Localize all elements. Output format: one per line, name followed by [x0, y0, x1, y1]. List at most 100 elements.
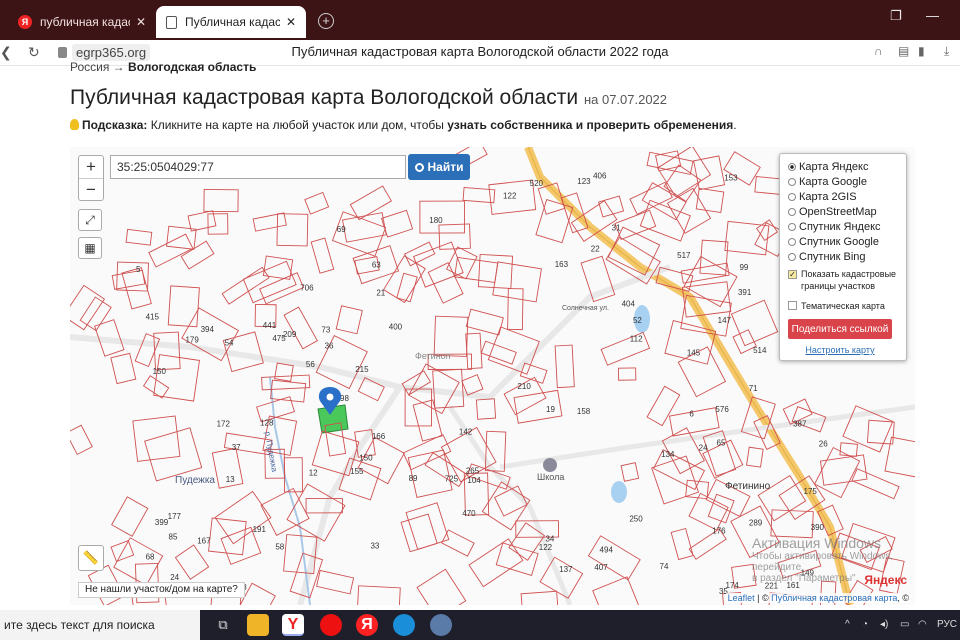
parcel-outline[interactable] — [113, 537, 164, 586]
parcel-outline[interactable] — [465, 308, 504, 336]
parcel-outline[interactable] — [688, 492, 729, 531]
parcel-outline[interactable] — [110, 352, 137, 385]
parcel-outline[interactable] — [492, 261, 542, 303]
parcel-outline[interactable] — [356, 585, 401, 605]
parcel-outline[interactable] — [70, 284, 106, 331]
print-icon[interactable]: ▦ — [78, 237, 102, 259]
reader-icon[interactable]: ▤ — [898, 44, 909, 58]
parcel-outline[interactable] — [153, 331, 181, 371]
radio[interactable] — [788, 252, 796, 261]
share-link-button[interactable]: Поделиться ссылкой — [788, 319, 892, 339]
minimize-icon[interactable]: — — [926, 8, 939, 23]
pkk-link[interactable]: Публичная кадастровая карта — [771, 593, 897, 603]
radio[interactable] — [788, 177, 796, 186]
leaflet-link[interactable]: Leaflet — [728, 593, 755, 603]
parcel-outline[interactable] — [614, 209, 657, 241]
opera-icon[interactable] — [320, 614, 342, 636]
bookmark-panel-icon[interactable]: ❐ — [890, 8, 902, 24]
taskbar-search[interactable]: ите здесь текст для поиска — [0, 610, 200, 640]
wifi-icon[interactable]: ◠ — [918, 619, 927, 630]
parcel-outline[interactable] — [475, 398, 497, 420]
battery-icon[interactable]: ▭ — [900, 619, 909, 630]
cadastral-map[interactable]: 142 475 576 161 69 725 98 155 145 514 520 174 215 250… — [70, 147, 915, 605]
parcel-outline[interactable] — [746, 446, 764, 468]
parcel-outline[interactable] — [153, 354, 200, 402]
radio[interactable] — [788, 222, 796, 231]
parcel-outline[interactable] — [242, 260, 297, 304]
volume-icon[interactable]: ◂) — [880, 619, 888, 630]
parcel-outline[interactable] — [620, 462, 640, 482]
zoom-in-button[interactable]: + — [79, 156, 103, 178]
checkbox-checked[interactable]: ✓ — [788, 270, 797, 279]
parcel-outline[interactable] — [592, 576, 643, 605]
fullscreen-icon[interactable]: ⤢ — [78, 209, 102, 231]
layer-option-2gis[interactable]: Карта 2GIS — [788, 189, 906, 204]
parcel-outline[interactable] — [412, 399, 443, 442]
layer-option-yandex-map[interactable]: Карта Яндекс — [788, 159, 906, 174]
thematic-checkbox[interactable]: Тематическая карта — [788, 298, 906, 313]
layer-option-yandex-sat[interactable]: Спутник Яндекс — [788, 219, 906, 234]
cadastral-search-input[interactable] — [110, 155, 406, 179]
parcel-outline[interactable] — [125, 228, 153, 246]
parcel-outline[interactable] — [276, 213, 309, 247]
parcel-outline[interactable] — [495, 542, 539, 576]
parcel-outline[interactable] — [724, 220, 770, 256]
parcel-outline[interactable] — [382, 255, 426, 304]
parcel-outline[interactable] — [770, 509, 814, 539]
parcel-outline[interactable] — [851, 468, 900, 500]
parcel-outline[interactable] — [416, 568, 467, 605]
yandex-browser-icon[interactable]: Y — [282, 614, 304, 636]
chevron-up-icon[interactable]: ^ — [845, 619, 850, 630]
parcel-outline[interactable] — [427, 262, 464, 304]
edge-icon[interactable] — [393, 614, 415, 636]
tab-active[interactable]: Публичная кадастровая ✕ — [156, 6, 306, 38]
parcel-outline[interactable] — [445, 246, 478, 280]
parcel-outline[interactable] — [677, 346, 727, 398]
parcel-outline[interactable] — [587, 535, 641, 581]
parcel-outline[interactable] — [839, 442, 858, 457]
configure-map-link[interactable]: Настроить карту — [788, 345, 892, 355]
parcel-outline[interactable] — [259, 272, 305, 305]
parcel-outline[interactable] — [520, 590, 560, 605]
yandex-icon[interactable]: Я — [356, 614, 378, 636]
task-view-icon[interactable]: ⧉ — [212, 614, 234, 636]
parcel-outline[interactable] — [629, 181, 673, 215]
parcel-outline[interactable] — [670, 527, 694, 561]
parcel-outline[interactable] — [214, 490, 272, 545]
close-icon[interactable]: ✕ — [136, 15, 146, 29]
parcel-outline[interactable] — [174, 544, 210, 580]
parcel-outline[interactable] — [554, 344, 575, 389]
app-icon[interactable] — [430, 614, 452, 636]
parcel-outline[interactable] — [252, 212, 287, 232]
parcel-outline[interactable] — [304, 191, 330, 215]
radio[interactable] — [788, 192, 796, 201]
parcel-outline[interactable] — [618, 367, 637, 381]
show-borders-checkbox[interactable]: ✓ Показать кадастровые границы участков — [788, 268, 906, 296]
file-explorer-icon[interactable] — [247, 614, 269, 636]
parcel-outline[interactable] — [468, 538, 524, 588]
bookmark-icon[interactable]: ▮ — [918, 44, 925, 58]
find-button[interactable]: Найти — [408, 154, 470, 180]
parcel-outline[interactable] — [535, 198, 574, 244]
parcel-outline[interactable] — [477, 253, 514, 289]
radio[interactable] — [788, 207, 796, 216]
language-indicator[interactable]: РУС — [937, 619, 957, 630]
parcel-outline[interactable] — [814, 446, 861, 499]
parcel-outline[interactable] — [270, 379, 307, 403]
parcel-outline[interactable] — [70, 424, 93, 456]
parcel-outline[interactable] — [668, 407, 720, 437]
parcel-outline[interactable] — [283, 306, 318, 350]
parcel-outline[interactable] — [148, 233, 194, 268]
parcel-outline[interactable] — [465, 332, 483, 370]
parcel-outline[interactable] — [866, 419, 895, 445]
layer-option-google-sat[interactable]: Спутник Google — [788, 234, 906, 249]
parcel-outline[interactable] — [274, 362, 294, 382]
download-icon[interactable]: ⤓ — [944, 44, 949, 59]
parcel-outline[interactable] — [400, 513, 438, 553]
parcel-outline[interactable] — [310, 237, 335, 274]
parcel-outline[interactable] — [316, 569, 355, 595]
layer-option-osm[interactable]: OpenStreetMap — [788, 204, 906, 219]
tab-inactive[interactable]: Я публичная кадастровая к ✕ — [8, 6, 156, 38]
parcel-outline[interactable] — [646, 151, 694, 175]
parcel-outline[interactable] — [884, 436, 915, 479]
